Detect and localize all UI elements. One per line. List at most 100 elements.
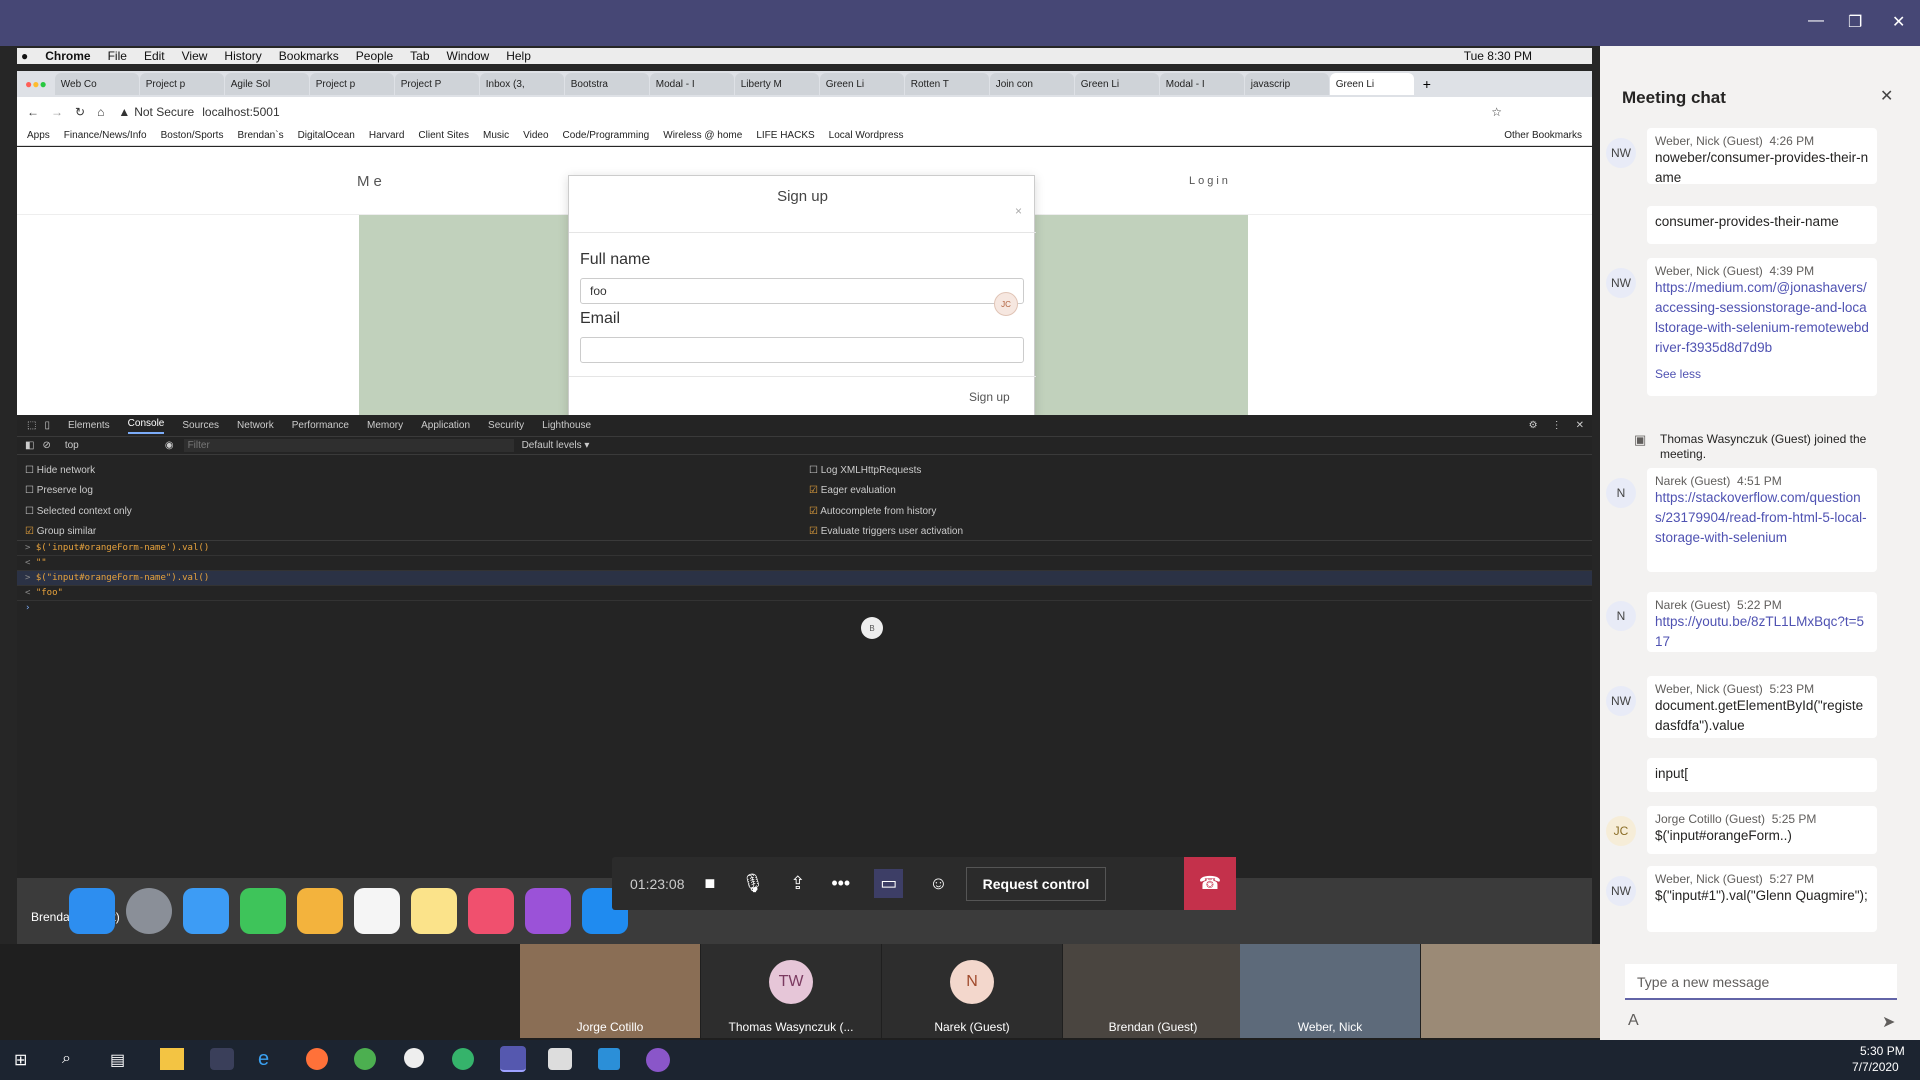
taskbar-date[interactable]: 7/7/2020 [1852,1060,1899,1074]
filter-input[interactable]: Filter [183,439,514,452]
new-tab-icon[interactable]: + [1423,76,1431,92]
setting-hide-network[interactable]: ☐ Hide network [25,461,725,481]
mac-menu-history[interactable]: History [224,49,261,63]
bookmark[interactable]: Harvard [369,130,405,141]
bookmark[interactable]: Boston/Sports [161,130,224,141]
mac-menu-tab[interactable]: Tab [410,49,429,63]
task-view-icon[interactable]: ▤ [110,1050,125,1070]
login-link[interactable]: Login [1189,175,1231,187]
devtools-tab[interactable]: Elements [68,420,110,431]
devtools-tab[interactable]: Network [237,420,274,431]
star-icon[interactable]: ☆ [1491,105,1502,119]
photos-icon[interactable] [297,888,343,934]
mac-menu-help[interactable]: Help [506,49,531,63]
video-tile[interactable]: TW Thomas Wasynczuk (... [701,944,881,1038]
mac-menu-edit[interactable]: Edit [144,49,165,63]
close-icon[interactable]: ✕ [1892,12,1905,32]
messages-icon[interactable] [183,888,229,934]
fullname-input[interactable]: foo [580,278,1024,304]
mac-menu-bookmarks[interactable]: Bookmarks [279,49,339,63]
mac-menu-people[interactable]: People [356,49,393,63]
request-control-button[interactable]: Request control [965,866,1107,901]
chrome-icon[interactable] [354,1048,376,1070]
home-icon[interactable]: ⌂ [97,105,104,119]
app-icon[interactable] [452,1048,474,1070]
forward-icon[interactable]: → [51,105,63,119]
log-levels-select[interactable]: Default levels ▾ [522,440,590,451]
mic-icon[interactable]: 🎙 [741,873,764,894]
console-prompt[interactable]: › [17,601,1592,615]
camera-icon[interactable]: ■ [705,873,716,894]
compose-input[interactable]: Type a new message [1625,964,1897,1000]
hangup-button[interactable]: ☎ [1184,857,1236,910]
setting-selected-context[interactable]: ☐ Selected context only [25,502,725,522]
eye-icon[interactable]: ◉ [165,440,174,451]
participants-icon[interactable]: ☺ [929,873,947,894]
checkbox[interactable]: ☐ [25,506,34,517]
video-tile[interactable]: Jorge Cotillo [520,944,700,1038]
devtools-tab[interactable]: Sources [182,420,219,431]
chrome-tab[interactable]: Inbox (3, [479,73,564,95]
devtools-tab[interactable]: Memory [367,420,403,431]
see-less-link[interactable]: See less [1655,364,1869,384]
more-actions-icon[interactable]: ••• [831,873,850,894]
notes-icon[interactable] [411,888,457,934]
app-icon[interactable] [646,1048,670,1072]
devtools-tab-active[interactable]: Console [127,418,165,434]
setting-preserve-log[interactable]: ☐ Preserve log [25,481,725,501]
chrome-tab[interactable]: Green Li [819,73,904,95]
video-tile[interactable]: Weber, Nick [1240,944,1420,1038]
teams-icon[interactable] [500,1046,526,1072]
bookmark[interactable]: Wireless @ home [663,130,742,141]
taskbar-time[interactable]: 5:30 PM [1860,1044,1905,1058]
video-tile[interactable]: Brendan (Guest) [1063,944,1243,1038]
calendar-icon[interactable] [354,888,400,934]
reload-icon[interactable]: ↻ [75,105,85,119]
app-icon[interactable] [404,1048,424,1068]
format-icon[interactable]: A [1628,1012,1639,1030]
bookmark[interactable]: Brendan`s [237,130,283,141]
app-icon[interactable] [548,1048,572,1070]
chrome-tab[interactable]: Join con [989,73,1074,95]
bookmark[interactable]: LIFE HACKS [756,130,814,141]
facetime-icon[interactable] [240,888,286,934]
devtools-tab[interactable]: Security [488,420,524,431]
device-icon[interactable]: ▯ [44,420,50,431]
message-link[interactable]: https://stackoverflow.com/questions/2317… [1655,488,1869,548]
site-brand[interactable]: Me [357,173,386,190]
share-tray-icon[interactable]: ⇪ [790,873,805,894]
bookmark[interactable]: Music [483,130,509,141]
devtools-settings-icon[interactable]: ⚙ [1529,420,1538,431]
context-select[interactable]: top [65,440,165,451]
mac-menu-file[interactable]: File [108,49,127,63]
music-icon[interactable] [468,888,514,934]
checkbox-checked[interactable]: ☑ [809,526,818,537]
devtools-close-icon[interactable]: ✕ [1576,420,1584,431]
checkbox-checked[interactable]: ☑ [25,526,34,537]
chrome-tab[interactable]: Agile Sol [224,73,309,95]
chrome-tab[interactable]: Green Li [1074,73,1159,95]
send-icon[interactable]: ➤ [1882,1012,1895,1032]
video-tile[interactable]: N Narek (Guest) [882,944,1062,1038]
file-explorer-icon[interactable] [160,1048,184,1070]
setting-autocomplete[interactable]: ☑ Autocomplete from history [809,502,1309,522]
bookmark[interactable]: DigitalOcean [298,130,355,141]
chrome-tab[interactable]: Project P [394,73,479,95]
checkbox-checked[interactable]: ☑ [809,485,818,496]
finder-icon[interactable] [69,888,115,934]
checkbox[interactable]: ☐ [25,465,34,476]
firefox-icon[interactable] [306,1048,328,1070]
checkbox[interactable]: ☐ [809,465,818,476]
chrome-tab[interactable]: javascrip [1244,73,1329,95]
search-icon[interactable]: ⌕ [62,1050,71,1068]
checkbox-checked[interactable]: ☑ [809,506,818,517]
launchpad-icon[interactable] [126,888,172,934]
vscode-icon[interactable] [598,1048,620,1070]
bookmark[interactable]: Client Sites [418,130,469,141]
bookmark[interactable]: Local Wordpress [829,130,904,141]
chat-icon[interactable]: ▭ [874,869,904,898]
chrome-tab[interactable]: Project p [139,73,224,95]
mac-menu-window[interactable]: Window [447,49,490,63]
sidebar-toggle-icon[interactable]: ◧ [25,440,34,451]
edge-icon[interactable]: e [258,1048,269,1071]
